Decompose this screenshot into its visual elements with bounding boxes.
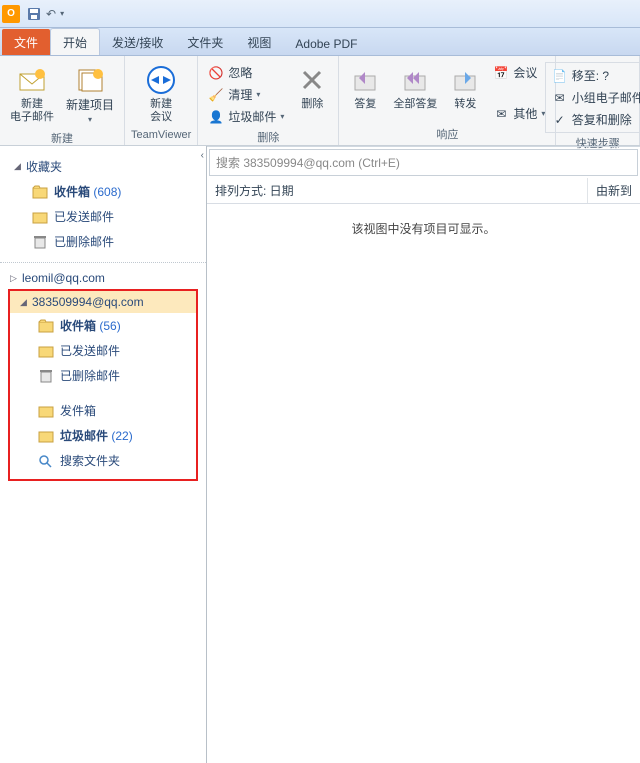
- account2-label: 383509994@qq.com: [32, 295, 144, 309]
- outbox-folder-icon: [38, 403, 54, 419]
- ribbon-tabs: 文件 开始 发送/接收 文件夹 视图 Adobe PDF: [0, 28, 640, 56]
- undo-icon[interactable]: ↶: [46, 7, 56, 21]
- new-email-label: 新建 电子邮件: [10, 98, 54, 124]
- group-delete-label: 删除: [204, 127, 332, 147]
- sort-bar: 排列方式: 日期 由新到: [207, 178, 640, 204]
- acc2-sent[interactable]: 已发送邮件: [10, 338, 196, 363]
- teamviewer-icon: [145, 64, 177, 96]
- acc2-outbox[interactable]: 发件箱: [10, 398, 196, 423]
- tab-view[interactable]: 视图: [235, 29, 283, 55]
- delete-button[interactable]: 删除: [292, 62, 332, 113]
- qat-dropdown-icon[interactable]: ▾: [60, 9, 64, 18]
- ignore-icon: 🚫: [208, 65, 224, 81]
- acc2-deleted[interactable]: 已删除邮件: [10, 363, 196, 388]
- outlook-app-icon: O: [2, 5, 20, 23]
- search-folder-icon: [38, 453, 54, 469]
- reply-icon: [349, 64, 381, 96]
- reply-all-button[interactable]: 全部答复: [389, 62, 441, 113]
- trash-folder-icon: [38, 368, 54, 384]
- quickstep-replydel[interactable]: ✓答复和删除: [548, 109, 640, 130]
- ignore-button[interactable]: 🚫忽略: [204, 62, 288, 83]
- tab-file[interactable]: 文件: [2, 29, 50, 55]
- more-respond-icon: ✉: [493, 106, 509, 122]
- sort-direction-button[interactable]: 由新到: [588, 178, 640, 203]
- meeting-button[interactable]: 📅会议: [489, 62, 549, 83]
- ribbon-group-teamviewer: 新建 会议 TeamViewer: [125, 56, 198, 145]
- sent-folder-icon: [38, 343, 54, 359]
- inbox-folder-icon: [38, 318, 54, 334]
- new-items-icon: [74, 64, 106, 96]
- reply-label: 答复: [354, 98, 376, 111]
- broom-icon: 🧹: [208, 87, 224, 103]
- inbox-folder-icon: [32, 184, 48, 200]
- new-email-button[interactable]: 新建 电子邮件: [6, 62, 58, 126]
- forward-button[interactable]: 转发: [445, 62, 485, 113]
- content-pane: 搜索 383509994@qq.com (Ctrl+E) 排列方式: 日期 由新…: [207, 146, 640, 763]
- new-items-button[interactable]: 新建项目▾: [62, 62, 118, 128]
- account1-header[interactable]: ▷ leomil@qq.com: [0, 267, 206, 289]
- reply-button[interactable]: 答复: [345, 62, 385, 113]
- new-meeting-button[interactable]: 新建 会议: [141, 62, 181, 126]
- forward-icon: [449, 64, 481, 96]
- sort-by-button[interactable]: 排列方式: 日期: [207, 178, 588, 203]
- acc2-search-folders[interactable]: 搜索文件夹: [10, 448, 196, 473]
- tab-adobe-pdf[interactable]: Adobe PDF: [283, 32, 369, 55]
- new-meeting-label: 新建 会议: [150, 98, 172, 124]
- tab-home[interactable]: 开始: [50, 28, 100, 55]
- ribbon-group-respond: 答复 全部答复 转发 📅会议 ✉其他▾ 响应: [339, 56, 556, 145]
- more-respond-button[interactable]: ✉其他▾: [489, 103, 549, 124]
- calendar-icon: 📅: [493, 65, 509, 81]
- ribbon-group-quicksteps: 📄移至: ? ✉小组电子邮件 ✓答复和删除 快速步骤: [556, 56, 640, 145]
- ribbon: 新建 电子邮件 新建项目▾ 新建 新建 会议 TeamViewer 🚫忽略 🧹清…: [0, 56, 640, 146]
- ribbon-group-delete: 🚫忽略 🧹清理▾ 👤垃圾邮件▾ 删除 删除: [198, 56, 339, 145]
- junk-button[interactable]: 👤垃圾邮件▾: [204, 106, 288, 127]
- titlebar: O ↶ ▾: [0, 0, 640, 28]
- collapse-arrow-icon: ▷: [10, 273, 18, 284]
- reply-all-label: 全部答复: [393, 98, 437, 111]
- account2-header[interactable]: ◢ 383509994@qq.com: [10, 291, 196, 313]
- collapse-nav-icon[interactable]: ‹: [201, 150, 204, 161]
- new-items-label: 新建项目▾: [66, 98, 114, 126]
- acc2-junk[interactable]: 垃圾邮件 (22): [10, 423, 196, 448]
- sent-folder-icon: [32, 209, 48, 225]
- expand-arrow-icon: ◢: [14, 161, 22, 172]
- trash-folder-icon: [32, 234, 48, 250]
- tab-folder[interactable]: 文件夹: [175, 29, 235, 55]
- moveto-icon: 📄: [552, 68, 568, 84]
- reply-delete-icon: ✓: [552, 112, 568, 128]
- acc2-inbox[interactable]: 收件箱 (56): [10, 313, 196, 338]
- favorites-header[interactable]: ◢ 收藏夹: [4, 154, 202, 179]
- quickstep-team[interactable]: ✉小组电子邮件: [548, 87, 640, 108]
- junk-folder-icon: [38, 428, 54, 444]
- reply-all-icon: [399, 64, 431, 96]
- fav-deleted[interactable]: 已删除邮件: [4, 229, 202, 254]
- group-respond-label: 响应: [345, 124, 549, 144]
- ribbon-group-new: 新建 电子邮件 新建项目▾ 新建: [0, 56, 125, 145]
- forward-label: 转发: [454, 98, 476, 111]
- fav-sent[interactable]: 已发送邮件: [4, 204, 202, 229]
- main-area: ‹ ◢ 收藏夹 收件箱 (608) 已发送邮件 已删除邮件 ▷: [0, 146, 640, 763]
- group-tv-label: TeamViewer: [131, 127, 191, 143]
- quick-access-toolbar: ↶ ▾: [22, 6, 64, 22]
- search-input[interactable]: 搜索 383509994@qq.com (Ctrl+E): [209, 149, 638, 176]
- delete-label: 删除: [301, 98, 323, 111]
- block-person-icon: 👤: [208, 109, 224, 125]
- account1-label: leomil@qq.com: [22, 271, 105, 285]
- tab-send-receive[interactable]: 发送/接收: [100, 29, 175, 55]
- highlight-box: ◢ 383509994@qq.com 收件箱 (56) 已发送邮件 已删除邮件 …: [8, 289, 198, 481]
- expand-arrow-icon: ◢: [20, 297, 28, 308]
- navigation-pane: ‹ ◢ 收藏夹 收件箱 (608) 已发送邮件 已删除邮件 ▷: [0, 146, 207, 763]
- clean-button[interactable]: 🧹清理▾: [204, 84, 288, 105]
- envelope-icon: [16, 64, 48, 96]
- fav-inbox[interactable]: 收件箱 (608): [4, 179, 202, 204]
- quickstep-moveto[interactable]: 📄移至: ?: [548, 65, 640, 86]
- favorites-label: 收藏夹: [26, 158, 62, 175]
- delete-x-icon: [296, 64, 328, 96]
- team-email-icon: ✉: [552, 90, 568, 106]
- empty-view-message: 该视图中没有项目可显示。: [207, 204, 640, 253]
- save-icon[interactable]: [26, 6, 42, 22]
